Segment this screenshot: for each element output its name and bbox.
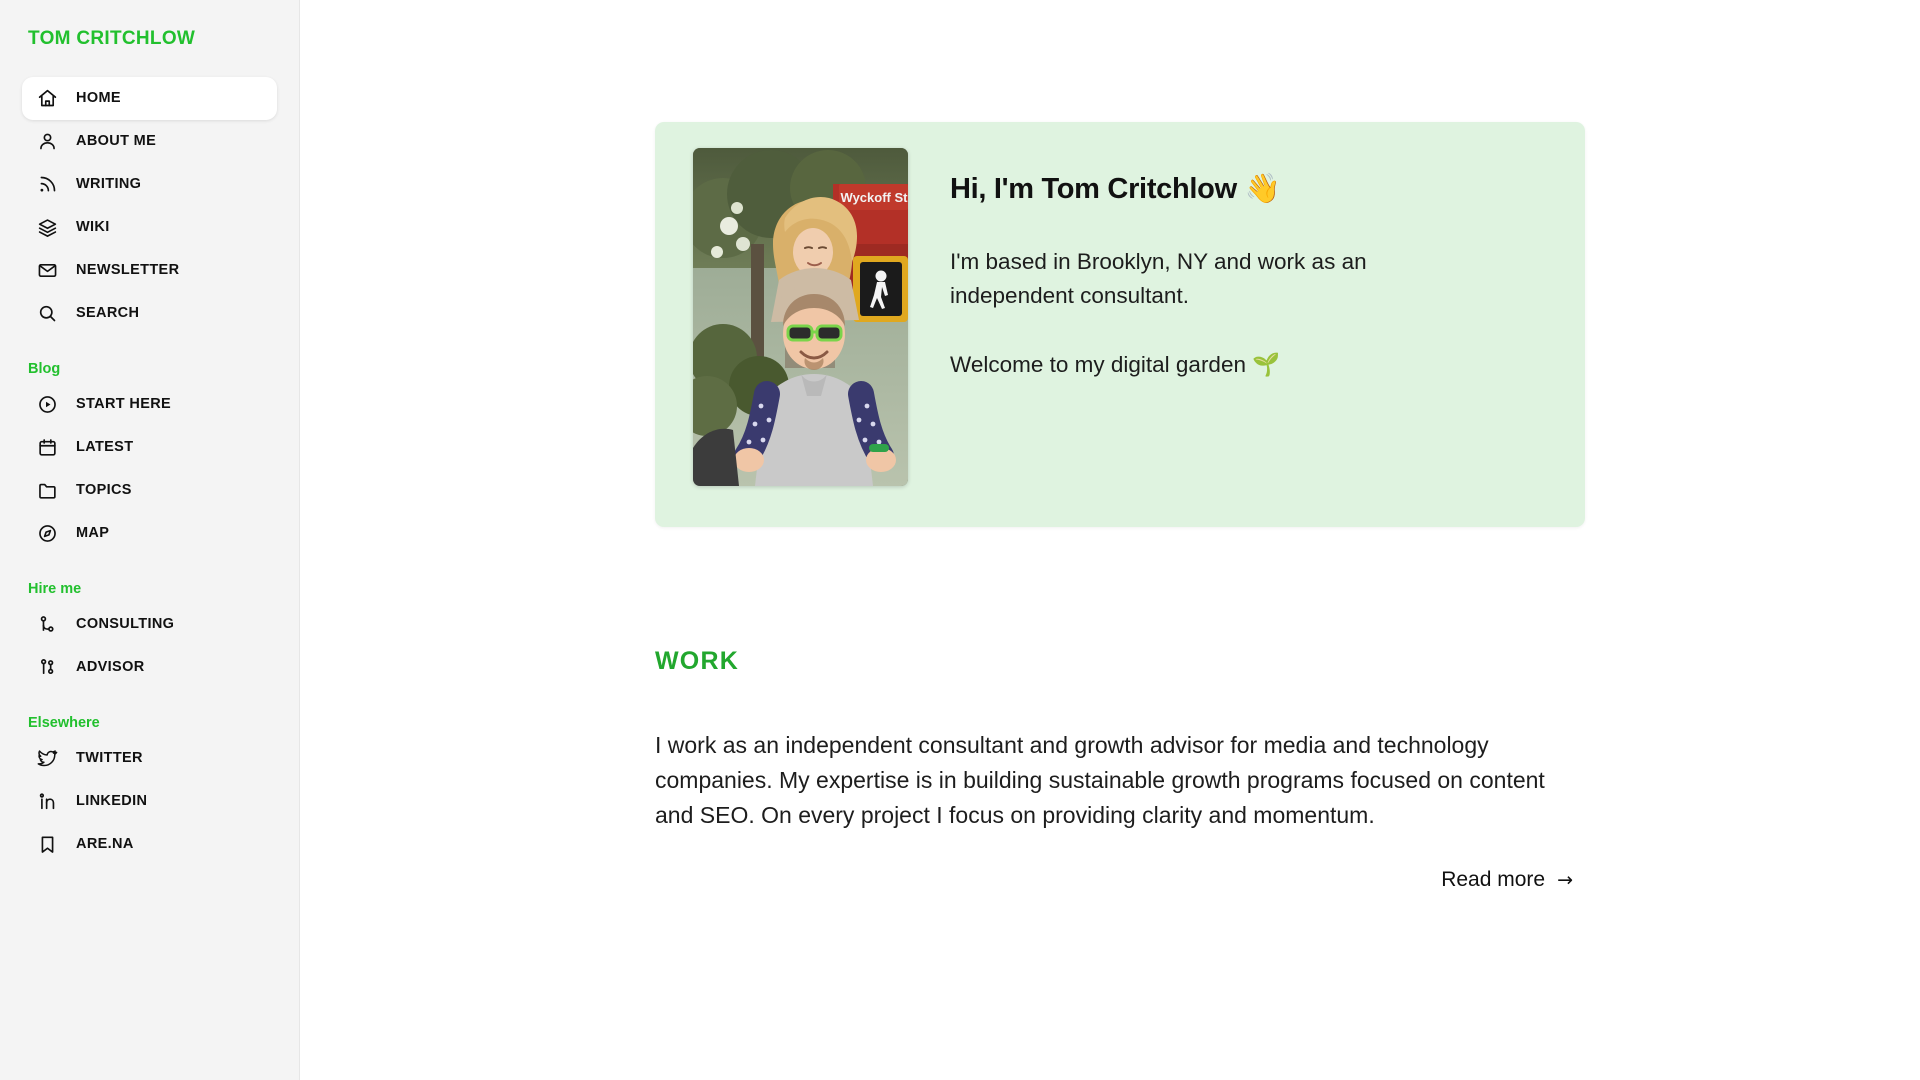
hero-paragraph-garden: Welcome to my digital garden 🌱: [950, 348, 1480, 382]
hero-text-block: Hi, I'm Tom Critchlow 👋 I'm based in Bro…: [950, 148, 1555, 382]
hero-paragraph-location: I'm based in Brooklyn, NY and work as an…: [950, 249, 1367, 308]
nav-group-title: Elsewhere: [28, 714, 100, 731]
sidebar-item-label: SEARCH: [76, 305, 140, 322]
profile-photo: Wyckoff St: [693, 148, 908, 486]
sidebar-item-label: WRITING: [76, 176, 142, 193]
sidebar-item-latest[interactable]: LATEST: [22, 426, 277, 469]
sidebar-item-label: CONSULTING: [76, 616, 175, 633]
sidebar-item-linkedin[interactable]: LINKEDIN: [22, 780, 277, 823]
read-more-label: Read more: [1441, 867, 1546, 891]
work-section-heading: WORK: [655, 647, 739, 675]
calendar-icon: [34, 434, 60, 460]
sidebar-item-newsletter[interactable]: NEWSLETTER: [22, 249, 277, 292]
nav-group-elsewhere: Elsewhere TWITTER LINKEDIN ARE.NA: [0, 715, 299, 866]
git-branch-icon: [34, 611, 60, 637]
twitter-icon: [34, 745, 60, 771]
arrow-right-icon: →: [1557, 868, 1573, 891]
sidebar-item-label: HOME: [76, 90, 121, 107]
sidebar-item-twitter[interactable]: TWITTER: [22, 737, 277, 780]
content-column: Wyckoff St Hi, I'm Tom Critchlow 👋 I'm b…: [655, 0, 1585, 892]
compass-icon: [34, 520, 60, 546]
rss-icon: [34, 171, 60, 197]
sidebar-item-map[interactable]: MAP: [22, 512, 277, 555]
home-icon: [34, 85, 60, 111]
sidebar-item-label: ABOUT ME: [76, 133, 157, 150]
sidebar-item-home[interactable]: HOME: [22, 76, 277, 120]
sidebar-item-label: TOPICS: [76, 482, 132, 499]
sidebar-item-search[interactable]: SEARCH: [22, 292, 277, 335]
layers-icon: [34, 214, 60, 240]
hero-heading: Hi, I'm Tom Critchlow 👋: [950, 170, 1555, 207]
site-brand-title[interactable]: TOM CRITCHLOW: [0, 28, 299, 51]
hero-heading-text: Hi, I'm Tom Critchlow: [950, 173, 1245, 205]
sidebar-item-label: ARE.NA: [76, 836, 134, 853]
sidebar-item-about-me[interactable]: ABOUT ME: [22, 120, 277, 163]
work-section-body: I work as an independent consultant and …: [655, 732, 1545, 829]
sidebar-item-label: LATEST: [76, 439, 134, 456]
linkedin-icon: [34, 788, 60, 814]
primary-nav: HOME ABOUT ME WRITING WIKI NEWSLETTER SE…: [0, 76, 299, 335]
sidebar-item-label: ADVISOR: [76, 659, 145, 676]
hero-paragraph-garden-text: Welcome to my digital garden: [950, 351, 1253, 377]
sidebar-item-label: START HERE: [76, 396, 172, 413]
read-more-row: Read more →: [655, 868, 1585, 892]
sidebar-item-topics[interactable]: TOPICS: [22, 469, 277, 512]
sidebar-item-label: WIKI: [76, 219, 110, 236]
sidebar-item-label: TWITTER: [76, 750, 143, 767]
sidebar-item-label: NEWSLETTER: [76, 262, 180, 279]
sidebar-item-start-here[interactable]: START HERE: [22, 383, 277, 426]
work-section: WORK I work as an independent consultant…: [655, 647, 1585, 892]
sidebar: TOM CRITCHLOW HOME ABOUT ME WRITING WIKI…: [0, 0, 300, 1080]
sidebar-item-wiki[interactable]: WIKI: [22, 206, 277, 249]
folder-icon: [34, 477, 60, 503]
main-content-area: Wyckoff St Hi, I'm Tom Critchlow 👋 I'm b…: [300, 0, 1920, 1080]
bookmark-icon: [34, 831, 60, 857]
nav-group-title: Hire me: [28, 580, 82, 597]
nav-group-title: Blog: [28, 360, 61, 377]
nav-group-hire-me: Hire me CONSULTING ADVISOR: [0, 581, 299, 689]
sidebar-item-arena[interactable]: ARE.NA: [22, 823, 277, 866]
nav-group-blog: Blog START HERE LATEST TOPICS MAP: [0, 361, 299, 555]
profile-photo-illustration: Wyckoff St: [693, 148, 908, 486]
hero-intro-card: Wyckoff St Hi, I'm Tom Critchlow 👋 I'm b…: [655, 122, 1585, 527]
git-merge-icon: [34, 654, 60, 680]
play-circle-icon: [34, 391, 60, 417]
envelope-icon: [34, 257, 60, 283]
waving-hand-emoji: 👋: [1244, 171, 1281, 205]
seedling-emoji: 🌱: [1252, 351, 1281, 378]
search-icon: [34, 300, 60, 326]
sidebar-item-writing[interactable]: WRITING: [22, 163, 277, 206]
sidebar-item-consulting[interactable]: CONSULTING: [22, 603, 277, 646]
sidebar-item-label: LINKEDIN: [76, 793, 148, 810]
read-more-link[interactable]: Read more →: [1441, 868, 1573, 892]
sidebar-item-label: MAP: [76, 525, 110, 542]
sidebar-item-advisor[interactable]: ADVISOR: [22, 646, 277, 689]
svg-text:Wyckoff St: Wyckoff St: [841, 190, 908, 205]
person-icon: [34, 128, 60, 154]
